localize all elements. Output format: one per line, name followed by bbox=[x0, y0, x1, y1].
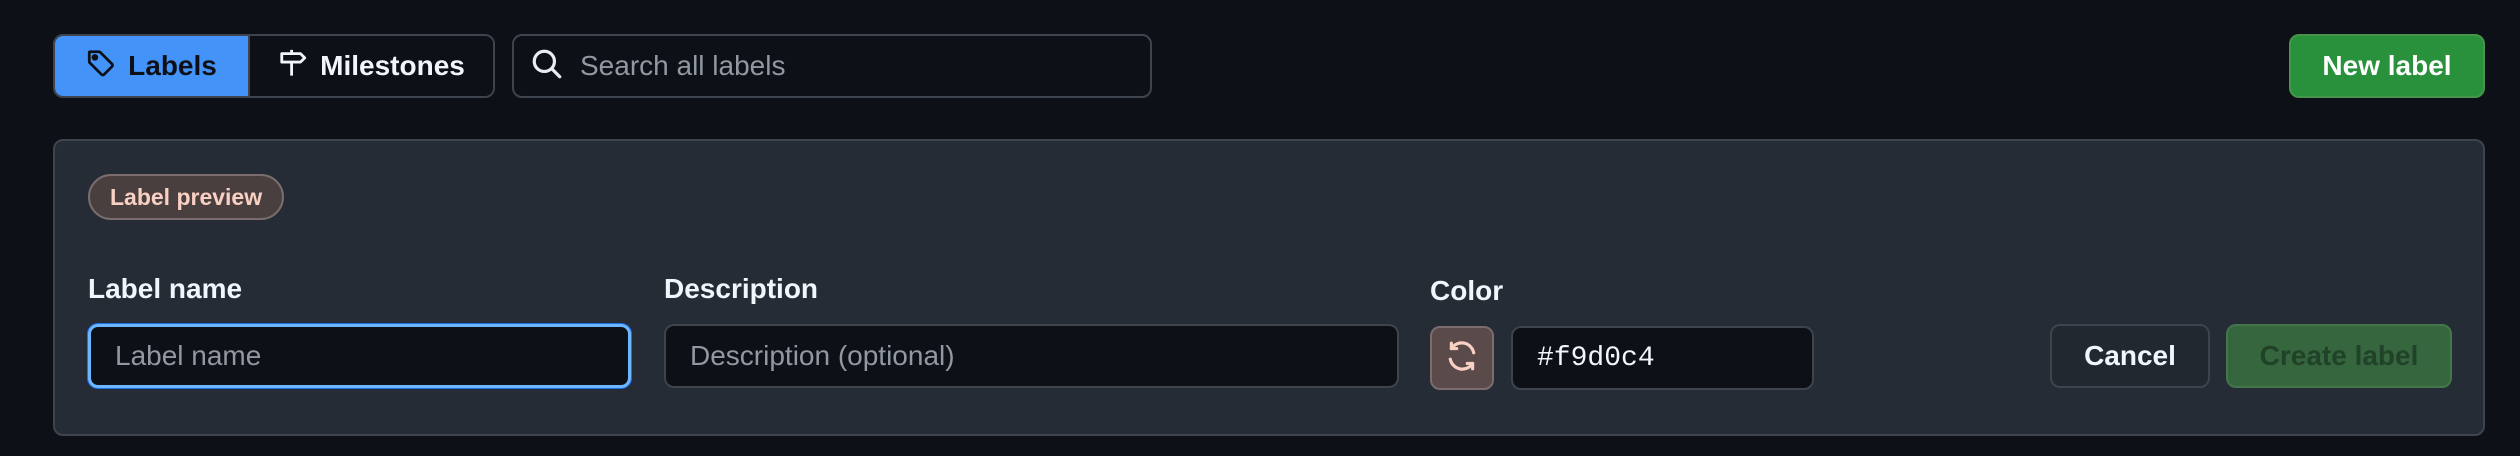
labels-milestones-switcher: Labels Milestones bbox=[53, 34, 495, 98]
create-label-button[interactable]: Create label bbox=[2226, 324, 2452, 388]
new-label-form: Label preview Label name Description Col… bbox=[53, 139, 2485, 436]
label-name-input[interactable] bbox=[88, 324, 631, 388]
search-icon bbox=[530, 47, 564, 86]
milestone-signpost-icon bbox=[278, 48, 308, 85]
color-heading: Color bbox=[1430, 275, 1504, 306]
tab-milestones-text: Milestones bbox=[320, 50, 465, 81]
tab-labels-text: Labels bbox=[128, 50, 217, 81]
sync-icon bbox=[1445, 339, 1479, 378]
label-preview-badge: Label preview bbox=[88, 174, 285, 220]
randomize-color-button[interactable] bbox=[1430, 326, 1494, 390]
tag-icon bbox=[86, 48, 116, 85]
color-hex-input[interactable] bbox=[1511, 326, 1814, 390]
search-input[interactable] bbox=[580, 50, 1120, 82]
new-label-button[interactable]: New label bbox=[2289, 34, 2485, 98]
labels-toolbar: Labels Milestones Search all labels New … bbox=[53, 34, 2485, 98]
tab-labels[interactable]: Labels bbox=[55, 36, 248, 96]
search-labels-field bbox=[512, 34, 1152, 98]
description-input[interactable] bbox=[664, 324, 1399, 388]
tab-milestones[interactable]: Milestones bbox=[248, 36, 493, 96]
description-heading: Description bbox=[664, 273, 819, 304]
label-name-heading: Label name bbox=[88, 273, 243, 304]
cancel-button[interactable]: Cancel bbox=[2050, 324, 2210, 388]
labels-page: Labels Milestones Search all labels New … bbox=[0, 0, 2520, 456]
